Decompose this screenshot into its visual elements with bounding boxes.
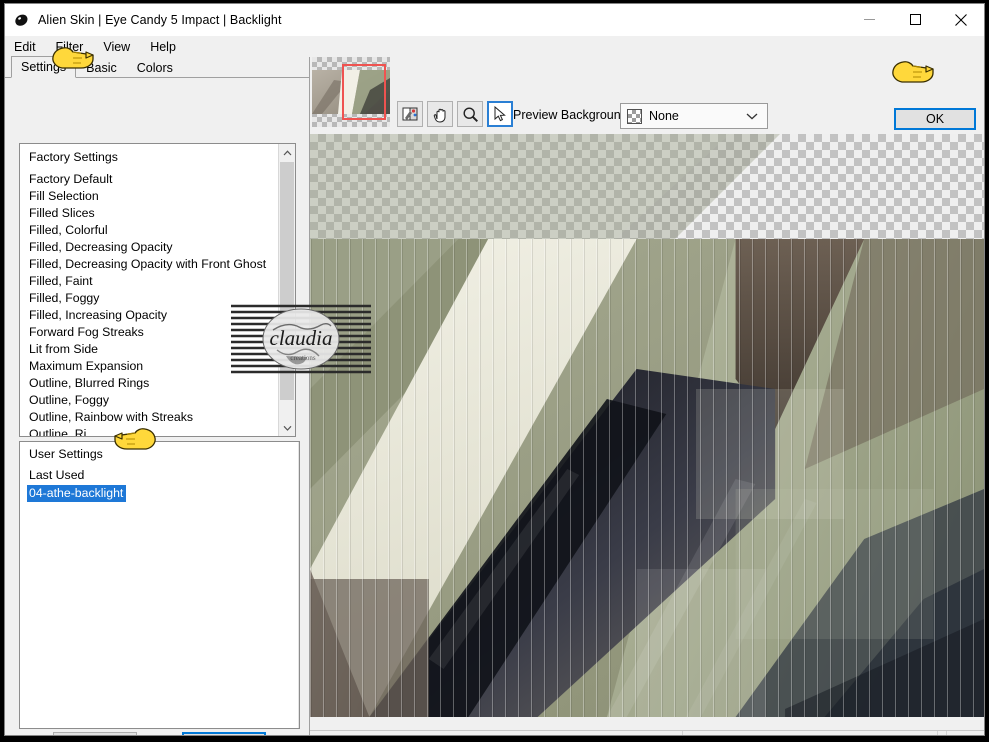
minimize-icon[interactable]	[846, 4, 892, 35]
menu-item-edit[interactable]: Edit	[14, 40, 46, 54]
chevron-down-icon[interactable]	[746, 107, 758, 125]
zoom-level[interactable]: 100%	[887, 731, 947, 735]
preset-button-row: Save Manage	[19, 732, 300, 735]
before-after-tool-icon[interactable]	[397, 101, 423, 127]
preview-toolbar: Preview Background: None OK Cancel	[310, 57, 984, 157]
preview-background-value: None	[649, 109, 679, 123]
watermark-subtext: creations	[290, 354, 316, 362]
factory-settings-scrollbar[interactable]	[278, 144, 295, 436]
title-bar: Alien Skin | Eye Candy 5 Impact | Backli…	[5, 4, 984, 36]
alienskin-logo-icon	[13, 11, 31, 29]
close-icon[interactable]	[938, 4, 984, 35]
window-body: Settings Basic Colors Factory Settings F…	[5, 56, 984, 735]
tab-colors[interactable]: Colors	[127, 57, 183, 78]
list-item[interactable]: Filled, Decreasing Opacity	[29, 239, 278, 256]
tab-settings[interactable]: Settings	[11, 56, 77, 78]
tab-settings-label: Settings	[21, 60, 67, 74]
chevron-down-icon[interactable]	[279, 419, 295, 436]
claudia-watermark: claudia creations	[231, 300, 371, 378]
list-item-04-athe-backlight[interactable]: 04-athe-backlight	[27, 485, 127, 502]
list-item[interactable]: Filled Slices	[29, 205, 278, 222]
user-settings-listbox[interactable]: User Settings Last Used 04-athe-backligh…	[19, 441, 300, 729]
list-item[interactable]: Fill Selection	[29, 188, 278, 205]
preview-background-label: Preview Background:	[513, 108, 632, 122]
menu-item-view[interactable]: View	[103, 40, 140, 54]
list-item[interactable]: Filled, Colorful	[29, 222, 278, 239]
menu-item-help[interactable]: Help	[150, 40, 186, 54]
preview-panel: Preview Background: None OK Cancel	[309, 57, 984, 735]
menu-bar: Edit Filter View Help	[5, 36, 984, 57]
navigator-thumbnail[interactable]	[312, 57, 390, 127]
tab-basic-label: Basic	[86, 61, 117, 75]
user-settings-inner: User Settings Last Used 04-athe-backligh…	[20, 442, 299, 502]
watermark-text: claudia	[270, 326, 333, 350]
menu-item-filter[interactable]: Filter	[56, 40, 94, 54]
arrow-tool-icon[interactable]	[487, 101, 513, 127]
preview-canvas[interactable]	[310, 134, 984, 717]
window-controls	[846, 4, 984, 36]
factory-settings-scrollarea: Factory Settings Factory Default Fill Se…	[20, 144, 278, 436]
navigator-viewport-rect[interactable]	[342, 64, 386, 120]
status-bar: 100%	[310, 730, 984, 735]
tool-buttons	[397, 101, 513, 127]
factory-settings-header: Factory Settings	[29, 150, 118, 164]
manage-button[interactable]: Manage	[182, 732, 266, 735]
list-item[interactable]: Outline, Rainbow with Streaks	[29, 409, 278, 426]
tab-colors-label: Colors	[136, 61, 173, 75]
preview-top-translucent-band	[310, 134, 780, 244]
screenshot-root: Alien Skin | Eye Candy 5 Impact | Backli…	[0, 0, 989, 742]
user-settings-divider	[298, 442, 299, 728]
list-item[interactable]: Outline, Foggy	[29, 392, 278, 409]
maximize-icon[interactable]	[892, 4, 938, 35]
tab-basic[interactable]: Basic	[76, 57, 127, 78]
user-settings-header: User Settings	[29, 447, 103, 461]
chevron-up-icon[interactable]	[279, 144, 295, 161]
ok-button[interactable]: OK	[894, 108, 976, 130]
save-button[interactable]: Save	[53, 732, 137, 735]
status-cell-left	[310, 730, 683, 735]
zoom-tool-icon[interactable]	[457, 101, 483, 127]
settings-panel: Settings Basic Colors Factory Settings F…	[5, 56, 309, 735]
window-title: Alien Skin | Eye Candy 5 Impact | Backli…	[38, 13, 282, 27]
tab-strip: Settings Basic Colors	[5, 56, 309, 78]
preview-artwork	[310, 239, 984, 717]
list-item[interactable]: Factory Default	[29, 171, 278, 188]
list-item[interactable]: Filled, Decreasing Opacity with Front Gh…	[29, 256, 278, 273]
hand-tool-icon[interactable]	[427, 101, 453, 127]
application-window: Alien Skin | Eye Candy 5 Impact | Backli…	[4, 3, 985, 736]
list-item[interactable]: Filled, Faint	[29, 273, 278, 290]
list-item[interactable]: Outline, Ri	[29, 426, 278, 436]
preview-artwork-image	[310, 239, 984, 717]
checker-swatch-icon	[627, 108, 642, 124]
preview-background-select[interactable]: None	[620, 103, 768, 129]
factory-settings-listbox[interactable]: Factory Settings Factory Default Fill Se…	[19, 143, 296, 437]
list-item-last-used[interactable]: Last Used	[29, 467, 299, 484]
